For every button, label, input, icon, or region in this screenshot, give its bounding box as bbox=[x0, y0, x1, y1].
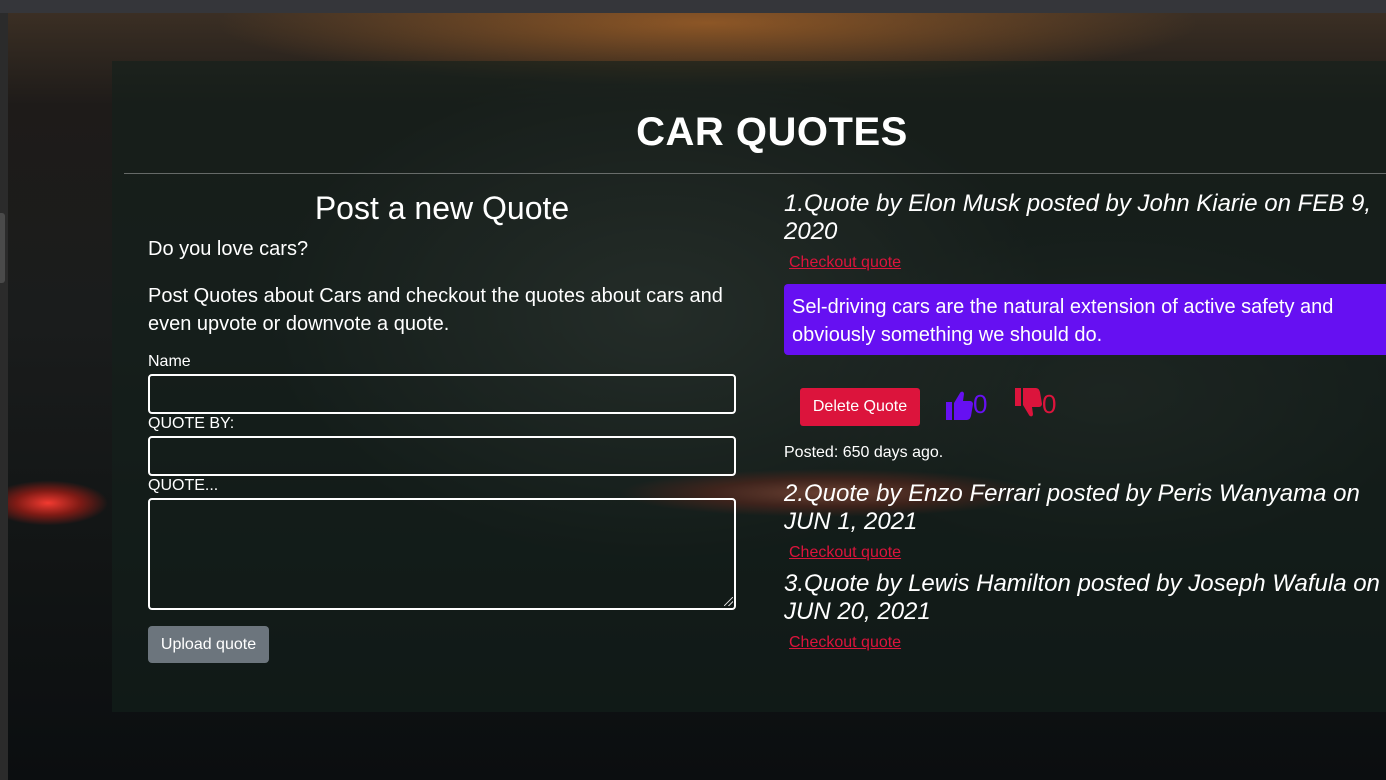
checkout-quote-link-1[interactable]: Checkout quote bbox=[789, 254, 901, 272]
quote-textarea[interactable] bbox=[148, 498, 736, 610]
form-heading: Post a new Quote bbox=[314, 190, 570, 226]
delete-quote-button[interactable]: Delete Quote bbox=[800, 388, 920, 426]
thumbs-down-icon bbox=[1015, 388, 1042, 417]
page-title: CAR QUOTES bbox=[636, 110, 908, 154]
quote-by-label: QUOTE BY: bbox=[148, 415, 235, 432]
upload-quote-button[interactable]: Upload quote bbox=[148, 626, 269, 663]
side-panel-handle[interactable] bbox=[0, 213, 5, 283]
name-label: Name bbox=[148, 353, 191, 370]
quote-heading-1: 1.Quote by Elon Musk posted by John Kiar… bbox=[784, 190, 1371, 245]
intro-question: Do you love cars? bbox=[148, 238, 309, 260]
posted-time: Posted: 650 days ago. bbox=[784, 444, 944, 461]
quote-label: QUOTE... bbox=[148, 477, 219, 494]
quote-heading-3: 3.Quote by Lewis Hamilton posted by Jose… bbox=[784, 570, 1380, 625]
downvote-count: 0 bbox=[1042, 389, 1057, 419]
quote-by-input[interactable] bbox=[148, 436, 736, 476]
checkout-quote-link-2[interactable]: Checkout quote bbox=[789, 544, 901, 562]
upvote-count: 0 bbox=[973, 389, 988, 419]
checkout-quote-link-3[interactable]: Checkout quote bbox=[789, 634, 901, 652]
upvote-button[interactable]: 0 bbox=[946, 387, 987, 421]
title-divider bbox=[124, 173, 1386, 174]
downvote-button[interactable]: 0 bbox=[1015, 387, 1056, 421]
name-input[interactable] bbox=[148, 374, 736, 414]
browser-bookmark-bar bbox=[0, 0, 1386, 14]
intro-text: Post Quotes about Cars and checkout the … bbox=[148, 285, 723, 335]
thumbs-up-icon bbox=[946, 391, 973, 420]
textarea-resize-handle[interactable] bbox=[724, 597, 733, 606]
quote-text: Sel-driving cars are the natural extensi… bbox=[784, 284, 1386, 355]
quote-heading-2: 2.Quote by Enzo Ferrari posted by Peris … bbox=[784, 480, 1360, 535]
